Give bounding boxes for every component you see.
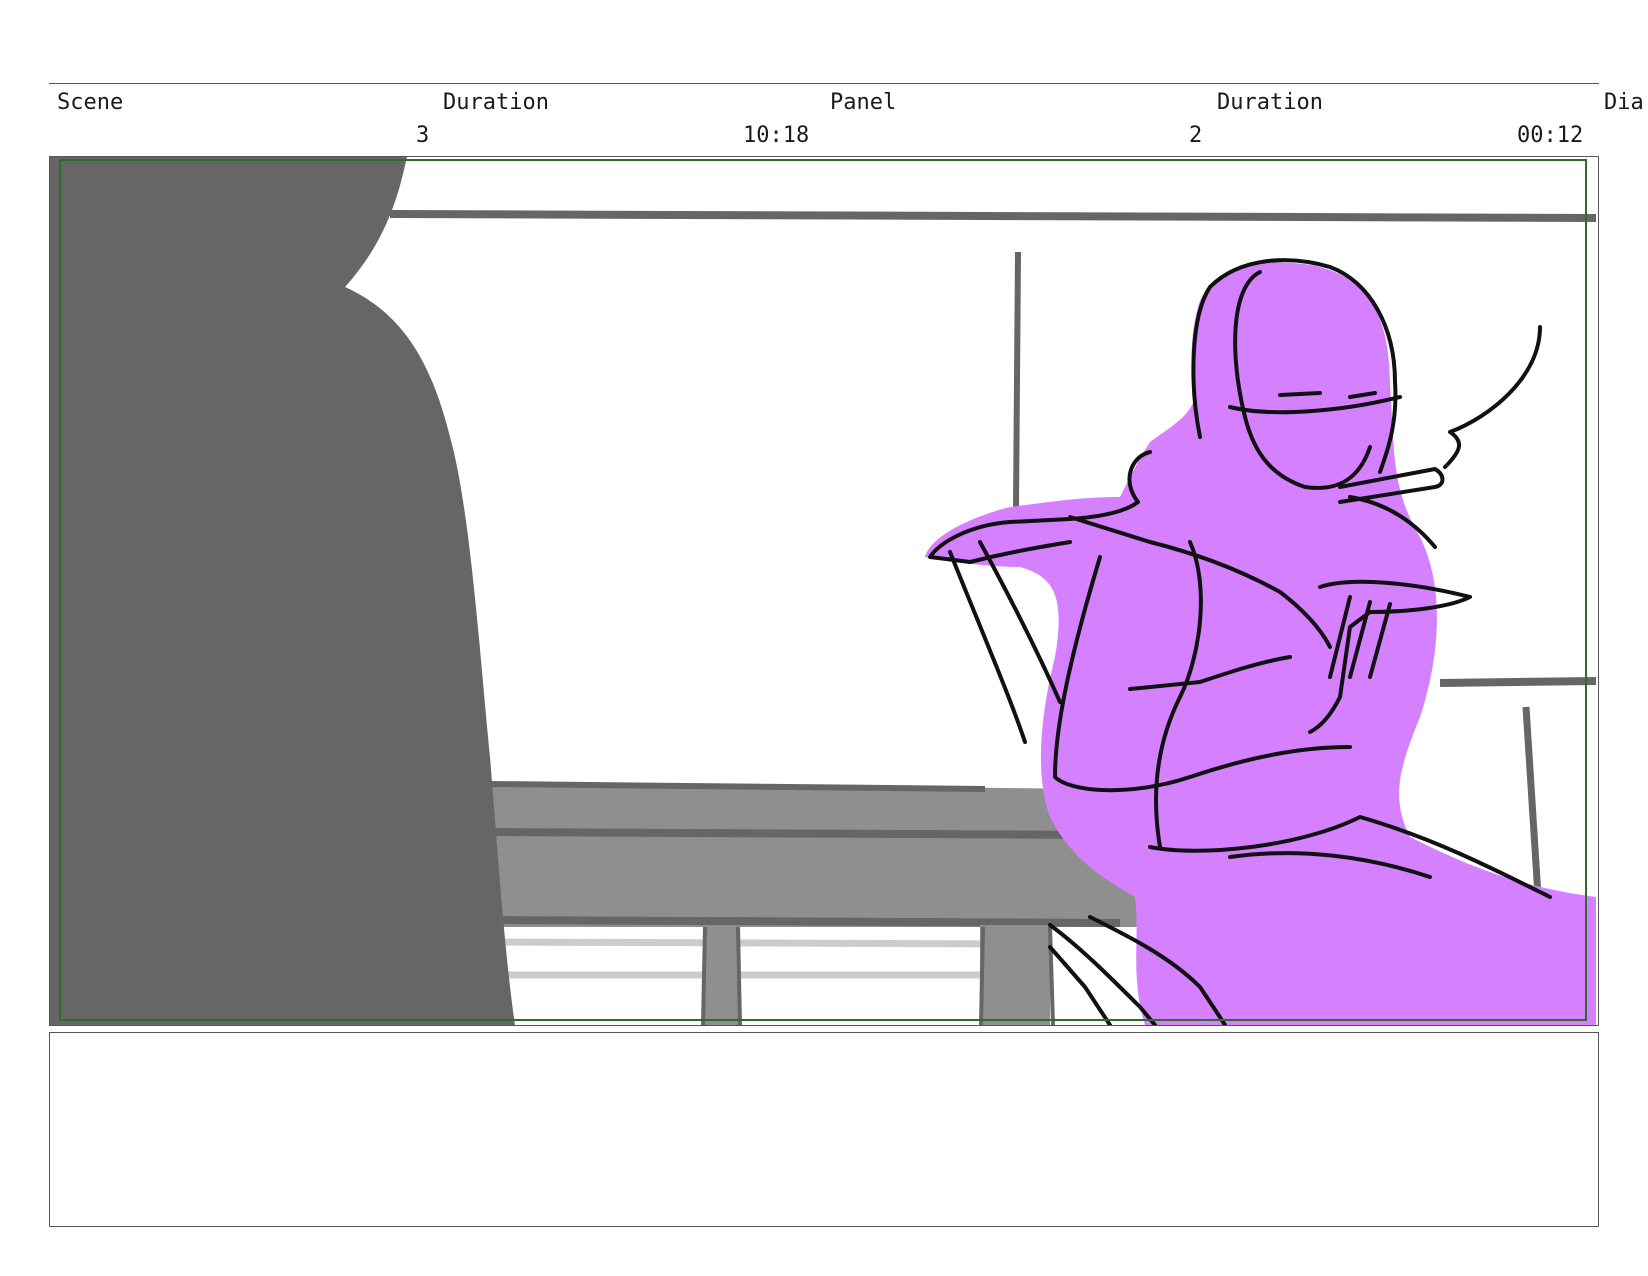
scene-label: Scene: [57, 90, 124, 115]
dialogue-label: Dia: [1604, 90, 1644, 115]
window-sill-bar: [1439, 677, 1597, 687]
panel-duration-label: Duration: [1217, 90, 1323, 115]
storyboard-panel: [49, 156, 1599, 1026]
window-mullion: [1013, 251, 1021, 508]
panel-duration-value: 00:12: [1517, 123, 1584, 148]
scene-duration-label: Duration: [443, 90, 549, 115]
panel-notes-box[interactable]: [49, 1032, 1599, 1227]
scene-duration-value: 10:18: [743, 123, 810, 148]
panel-label: Panel: [830, 90, 897, 115]
header-top-rule: [49, 83, 1599, 84]
panel-drawing: [50, 157, 1597, 1025]
foreground-silhouette: [50, 157, 515, 1025]
window-top-bar: [389, 210, 1597, 222]
scene-number: 3: [416, 123, 430, 148]
panel-number: 2: [1189, 123, 1203, 148]
